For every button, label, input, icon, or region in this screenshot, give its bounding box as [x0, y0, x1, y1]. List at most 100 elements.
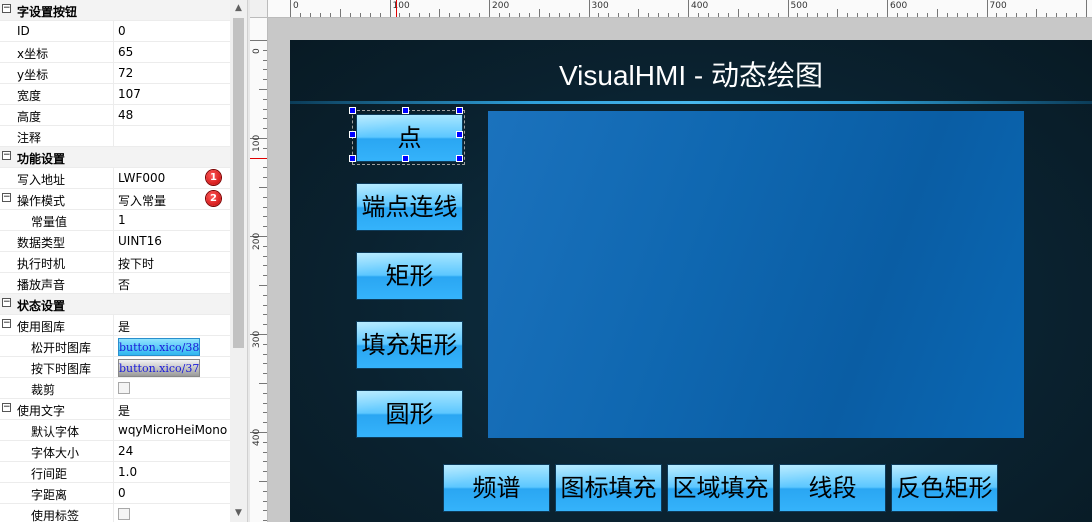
property-value[interactable]: 按下时 — [118, 255, 154, 272]
property-row[interactable]: 默认字体 wqyMicroHeiMono — [0, 420, 230, 441]
property-value[interactable]: UINT16 — [118, 234, 162, 248]
property-value[interactable]: 0 — [118, 24, 126, 38]
resize-handle[interactable] — [402, 107, 409, 114]
property-row[interactable]: 高度 48 — [0, 105, 230, 126]
ruler-tick — [896, 13, 898, 17]
ruler-tick — [259, 89, 267, 90]
hmi-bottom-button[interactable]: 区域填充 — [667, 464, 774, 512]
ruler-tick — [966, 13, 968, 17]
property-row[interactable]: 数据类型 UINT16 — [0, 231, 230, 252]
ruler-tick — [678, 13, 680, 17]
property-value[interactable]: 0 — [118, 486, 126, 500]
ruler-tick — [263, 255, 267, 257]
property-label: 执行时机 — [17, 257, 66, 271]
property-row[interactable]: 使用标签 — [0, 504, 230, 522]
scroll-thumb[interactable] — [233, 18, 244, 348]
ruler-tick — [688, 0, 689, 17]
property-scrollbar[interactable]: ▲ ▼ — [230, 0, 247, 522]
ruler-tick — [608, 13, 610, 17]
ruler-tick — [578, 13, 580, 17]
hmi-bottom-button[interactable]: 线段 — [779, 464, 886, 512]
property-value[interactable]: 是 — [118, 402, 130, 419]
resize-handle[interactable] — [349, 107, 356, 114]
resize-handle[interactable] — [456, 155, 463, 162]
property-row[interactable]: 播放声音 否 — [0, 273, 230, 294]
property-row[interactable]: 字体大小 24 — [0, 441, 230, 462]
drawing-area[interactable] — [488, 111, 1024, 438]
ruler-tick — [299, 13, 301, 17]
property-row[interactable]: − 使用图库 是 — [0, 315, 230, 336]
property-value[interactable]: 1 — [118, 213, 126, 227]
collapse-toggle-icon[interactable]: − — [2, 298, 11, 307]
property-label: 松开时图库 — [31, 341, 92, 355]
property-value[interactable]: 48 — [118, 108, 133, 122]
property-value[interactable]: 写入常量 — [118, 192, 166, 209]
column-divider — [113, 483, 114, 504]
property-row[interactable]: 松开时图库 button.xico/38 — [0, 336, 230, 357]
property-row[interactable]: x坐标 65 — [0, 42, 230, 63]
hmi-side-button[interactable]: 填充矩形 — [356, 321, 463, 369]
property-row[interactable]: 宽度 107 — [0, 84, 230, 105]
property-row[interactable]: 按下时图库 button.xico/37 — [0, 357, 230, 378]
collapse-toggle-icon[interactable]: − — [2, 403, 11, 412]
property-row[interactable]: − 操作模式 写入常量 2 — [0, 189, 230, 210]
scroll-up-icon[interactable]: ▲ — [230, 0, 247, 17]
property-value[interactable]: 65 — [118, 45, 133, 59]
property-label: 行间距 — [31, 467, 68, 481]
property-category[interactable]: − 功能设置 — [0, 147, 230, 168]
ruler-label: 0 — [252, 48, 262, 54]
property-row[interactable]: ID 0 — [0, 21, 230, 42]
property-row[interactable]: 执行时机 按下时 — [0, 252, 230, 273]
property-value[interactable]: LWF000 — [118, 171, 165, 185]
property-value[interactable]: wqyMicroHeiMono — [118, 423, 227, 437]
property-row[interactable]: 行间距 1.0 — [0, 462, 230, 483]
property-value[interactable]: 1.0 — [118, 465, 137, 479]
image-library-value[interactable]: button.xico/38 — [118, 338, 200, 356]
ruler-tick — [449, 13, 451, 17]
resize-handle[interactable] — [456, 107, 463, 114]
hmi-bottom-button[interactable]: 频谱 — [443, 464, 550, 512]
property-category[interactable]: − 状态设置 — [0, 294, 230, 315]
property-row[interactable]: 注释 — [0, 126, 230, 147]
ruler-tick — [429, 13, 431, 17]
scroll-down-icon[interactable]: ▼ — [230, 505, 247, 522]
property-row[interactable]: 裁剪 — [0, 378, 230, 399]
ruler-tick — [757, 13, 759, 17]
hmi-side-button[interactable]: 端点连线 — [356, 183, 463, 231]
hmi-side-button[interactable]: 矩形 — [356, 252, 463, 300]
hmi-bottom-button[interactable]: 反色矩形 — [891, 464, 998, 512]
property-value[interactable]: 否 — [118, 276, 130, 293]
ruler-tick — [263, 49, 267, 51]
property-value[interactable]: 72 — [118, 66, 133, 80]
property-value[interactable]: 107 — [118, 87, 141, 101]
ruler-label: 300 — [252, 330, 262, 348]
property-checkbox[interactable] — [118, 508, 130, 520]
property-row[interactable]: − 使用文字 是 — [0, 399, 230, 420]
hmi-side-button[interactable]: 圆形 — [356, 390, 463, 438]
resize-handle[interactable] — [402, 155, 409, 162]
collapse-toggle-icon[interactable]: − — [2, 151, 11, 160]
collapse-toggle-icon[interactable]: − — [2, 193, 11, 202]
property-category[interactable]: − 字设置按钮 — [0, 0, 230, 21]
property-checkbox[interactable] — [118, 382, 130, 394]
ruler-tick — [263, 422, 267, 424]
property-value[interactable]: 是 — [118, 318, 130, 335]
column-divider — [113, 399, 114, 420]
property-row[interactable]: 常量值 1 — [0, 210, 230, 231]
column-divider — [113, 126, 114, 147]
property-value[interactable]: 24 — [118, 444, 133, 458]
property-row[interactable]: 写入地址 LWF000 1 — [0, 168, 230, 189]
image-library-value[interactable]: button.xico/37 — [118, 359, 200, 377]
ruler-tick — [369, 13, 371, 17]
resize-handle[interactable] — [456, 131, 463, 138]
hmi-bottom-button[interactable]: 图标填充 — [555, 464, 662, 512]
collapse-toggle-icon[interactable]: − — [2, 4, 11, 13]
resize-handle[interactable] — [349, 155, 356, 162]
collapse-toggle-icon[interactable]: − — [2, 319, 11, 328]
ruler-tick — [747, 13, 749, 17]
property-row[interactable]: y坐标 72 — [0, 63, 230, 84]
ruler-tick — [817, 13, 819, 17]
property-row[interactable]: 字距离 0 — [0, 483, 230, 504]
ruler-tick — [389, 0, 391, 17]
resize-handle[interactable] — [349, 131, 356, 138]
